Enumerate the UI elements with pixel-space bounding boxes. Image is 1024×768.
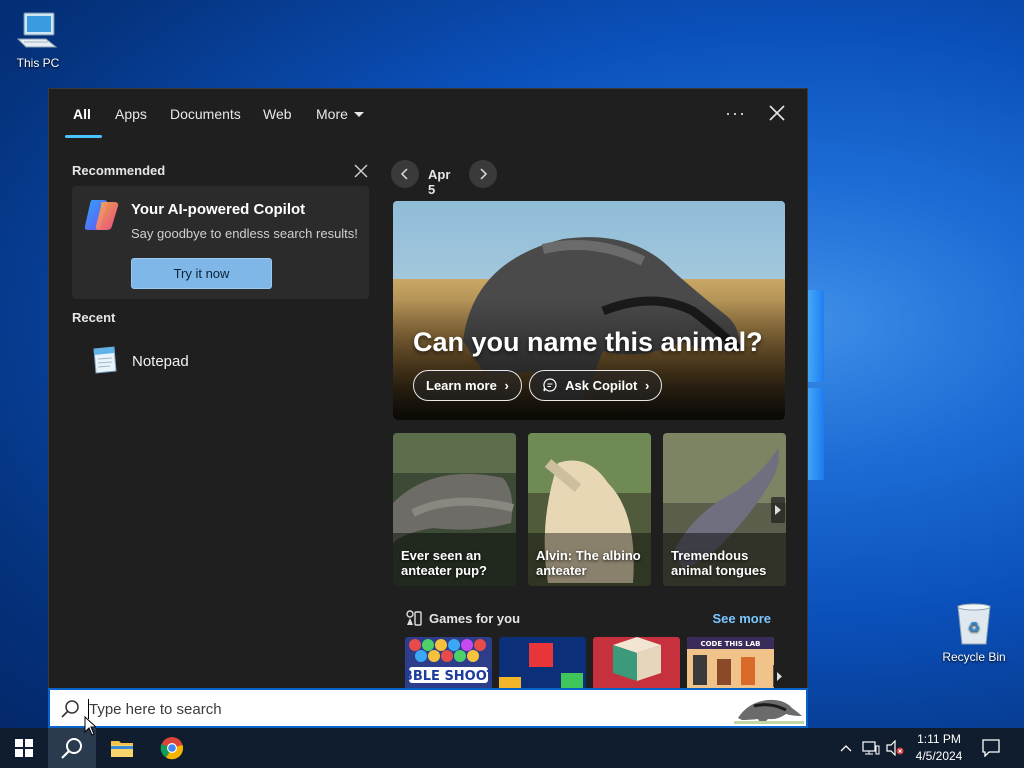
cards-next-button[interactable] <box>771 497 785 523</box>
chevron-left-icon <box>400 168 408 180</box>
chrome-button[interactable] <box>148 728 196 768</box>
recent-heading: Recent <box>72 310 116 325</box>
windows-wallpaper-logo <box>806 290 824 480</box>
notepad-icon <box>88 345 120 375</box>
highlight-card[interactable]: Tremendous animal tongues <box>663 433 786 586</box>
copilot-recommendation-card: Your AI-powered Copilot Say goodbye to e… <box>72 186 369 299</box>
volume-muted-icon <box>886 740 904 756</box>
chrome-icon <box>160 737 184 760</box>
volume-button[interactable] <box>884 728 906 768</box>
anteater-search-illustration <box>734 692 804 724</box>
desktop-icon-this-pc[interactable]: This PC <box>0 8 76 70</box>
search-tabs: All Apps Documents Web More ··· <box>49 89 807 139</box>
bubble-shooter-thumbnail: BUBBLE SHOOTER <box>405 637 492 688</box>
search-panel: All Apps Documents Web More ··· Recommen… <box>48 88 808 728</box>
tab-more[interactable]: More <box>316 106 364 122</box>
desktop-icon-recycle-bin[interactable]: ♻ Recycle Bin <box>936 602 1012 664</box>
copilot-card-subtitle: Say goodbye to endless search results! <box>131 226 358 241</box>
chevron-up-icon <box>840 745 852 752</box>
highlight-cards: Ever seen an anteater pup? Alvin: The al… <box>393 433 787 586</box>
notification-icon <box>982 739 1000 757</box>
game-tile-code-this-lab[interactable]: CODE THIS LAB <box>687 637 774 688</box>
game-tile-cubes[interactable] <box>593 637 680 688</box>
active-tab-indicator <box>65 135 102 138</box>
taskbar: 1:11 PM 4/5/2024 <box>0 728 1024 768</box>
tab-all[interactable]: All <box>73 106 91 122</box>
search-input[interactable] <box>89 698 729 720</box>
cubes-game-thumbnail <box>593 637 680 688</box>
games-row: BUBBLE SHOOTER CODE THIS LAB <box>405 637 783 688</box>
search-icon <box>60 699 80 719</box>
tab-documents[interactable]: Documents <box>170 106 241 122</box>
network-status-button[interactable] <box>860 728 882 768</box>
copilot-icon <box>82 198 122 232</box>
game-tile-title: CODE THIS LAB <box>700 640 760 648</box>
clock-time: 1:11 PM <box>917 732 961 746</box>
chevron-down-icon <box>353 112 364 117</box>
tab-apps[interactable]: Apps <box>115 106 147 122</box>
game-tile-title: BUBBLE SHOOTER <box>405 669 492 684</box>
highlights-date: Apr 5 <box>428 167 451 197</box>
code-this-lab-thumbnail: CODE THIS LAB <box>687 637 774 688</box>
ask-copilot-label: Ask Copilot <box>565 378 638 393</box>
clock-date: 4/5/2024 <box>915 749 963 763</box>
windows-logo-icon <box>15 739 33 757</box>
folder-icon <box>111 741 133 757</box>
desktop-icon-label: Recycle Bin <box>942 650 1006 664</box>
tab-more-label: More <box>316 106 348 122</box>
games-next-button[interactable] <box>773 665 783 687</box>
learn-more-button[interactable]: Learn more › <box>413 370 522 401</box>
search-icon <box>61 738 82 759</box>
caret-right-icon <box>775 505 781 515</box>
recent-item-label: Notepad <box>132 353 189 370</box>
games-heading: Games for you <box>429 611 521 626</box>
chevron-right-icon: › <box>645 378 650 393</box>
game-tile-blocks[interactable] <box>499 637 586 688</box>
games-controller-icon <box>405 609 423 632</box>
show-hidden-icons-button[interactable] <box>836 728 856 768</box>
recycle-bin-icon: ♻ <box>951 602 997 646</box>
chevron-right-icon: › <box>504 378 509 393</box>
blocks-game-thumbnail <box>499 637 586 688</box>
highlight-card-label: Ever seen an anteater pup? <box>401 548 487 578</box>
search-highlight-hero[interactable]: Can you name this animal? Learn more › A… <box>393 201 785 420</box>
games-header: Games for you See more <box>405 609 785 629</box>
dismiss-recommended-button[interactable] <box>353 163 369 179</box>
game-tile-bubble-shooter[interactable]: BUBBLE SHOOTER <box>405 637 492 688</box>
copilot-card-title: Your AI-powered Copilot <box>131 201 306 218</box>
chevron-right-icon <box>480 168 488 180</box>
computer-icon <box>15 8 61 52</box>
caret-right-icon <box>776 671 782 681</box>
ask-copilot-button[interactable]: Ask Copilot › <box>529 370 663 403</box>
taskbar-clock[interactable]: 1:11 PM 4/5/2024 <box>904 731 974 765</box>
highlight-card[interactable]: Ever seen an anteater pup? <box>393 433 516 586</box>
more-options-button[interactable]: ··· <box>725 103 746 124</box>
svg-text:♻: ♻ <box>968 620 981 636</box>
hero-title: Can you name this animal? <box>413 327 763 357</box>
highlight-card[interactable]: Alvin: The albino anteater <box>528 433 651 586</box>
action-center-button[interactable] <box>978 728 1004 768</box>
next-day-button[interactable] <box>469 160 497 188</box>
highlight-card-label: Tremendous animal tongues <box>671 548 767 578</box>
close-icon <box>354 164 368 178</box>
network-icon <box>862 741 880 755</box>
mouse-cursor-icon <box>84 715 98 736</box>
previous-day-button[interactable] <box>391 160 419 188</box>
tab-web[interactable]: Web <box>263 106 292 122</box>
try-it-now-button[interactable]: Try it now <box>131 258 272 289</box>
recent-item-notepad[interactable]: Notepad <box>72 339 369 383</box>
close-panel-button[interactable] <box>767 103 787 123</box>
highlight-card-label: Alvin: The albino anteater <box>536 548 641 578</box>
chat-bubble-icon <box>542 374 558 403</box>
see-more-link[interactable]: See more <box>712 611 771 626</box>
file-explorer-button[interactable] <box>98 728 146 768</box>
start-button[interactable] <box>0 728 48 768</box>
learn-more-label: Learn more <box>426 378 497 393</box>
desktop-icon-label: This PC <box>16 56 60 70</box>
recommended-heading: Recommended <box>72 163 166 178</box>
taskbar-search-box[interactable] <box>48 688 808 728</box>
close-icon <box>769 105 785 121</box>
